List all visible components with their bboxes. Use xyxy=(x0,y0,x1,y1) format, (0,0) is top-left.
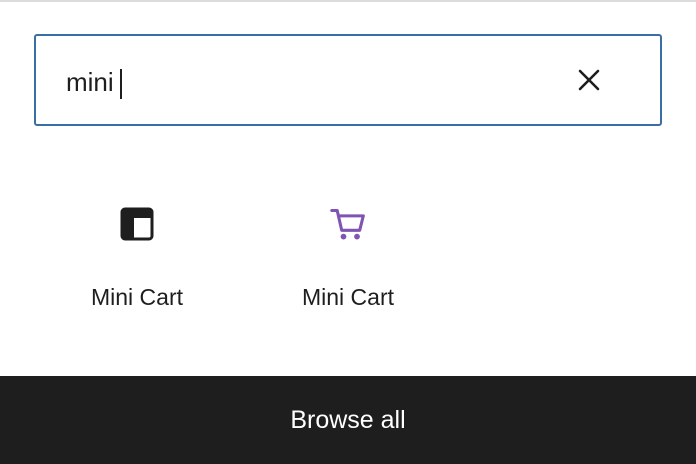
text-caret xyxy=(120,69,122,99)
browse-all-button[interactable]: Browse all xyxy=(0,376,696,464)
close-icon xyxy=(578,69,600,91)
block-search-field[interactable] xyxy=(34,34,662,126)
result-mini-cart-block[interactable]: Mini Cart xyxy=(243,180,453,330)
result-mini-cart-template[interactable]: Mini Cart xyxy=(32,180,242,330)
shopping-cart-icon xyxy=(330,208,365,240)
top-divider xyxy=(0,0,696,2)
clear-search-button[interactable] xyxy=(572,62,606,98)
result-label: Mini Cart xyxy=(90,284,183,310)
result-label: Mini Cart xyxy=(301,284,394,310)
search-results: Mini Cart Mini Cart xyxy=(32,180,664,340)
layout-template-icon xyxy=(120,207,154,241)
search-input[interactable] xyxy=(66,64,546,100)
